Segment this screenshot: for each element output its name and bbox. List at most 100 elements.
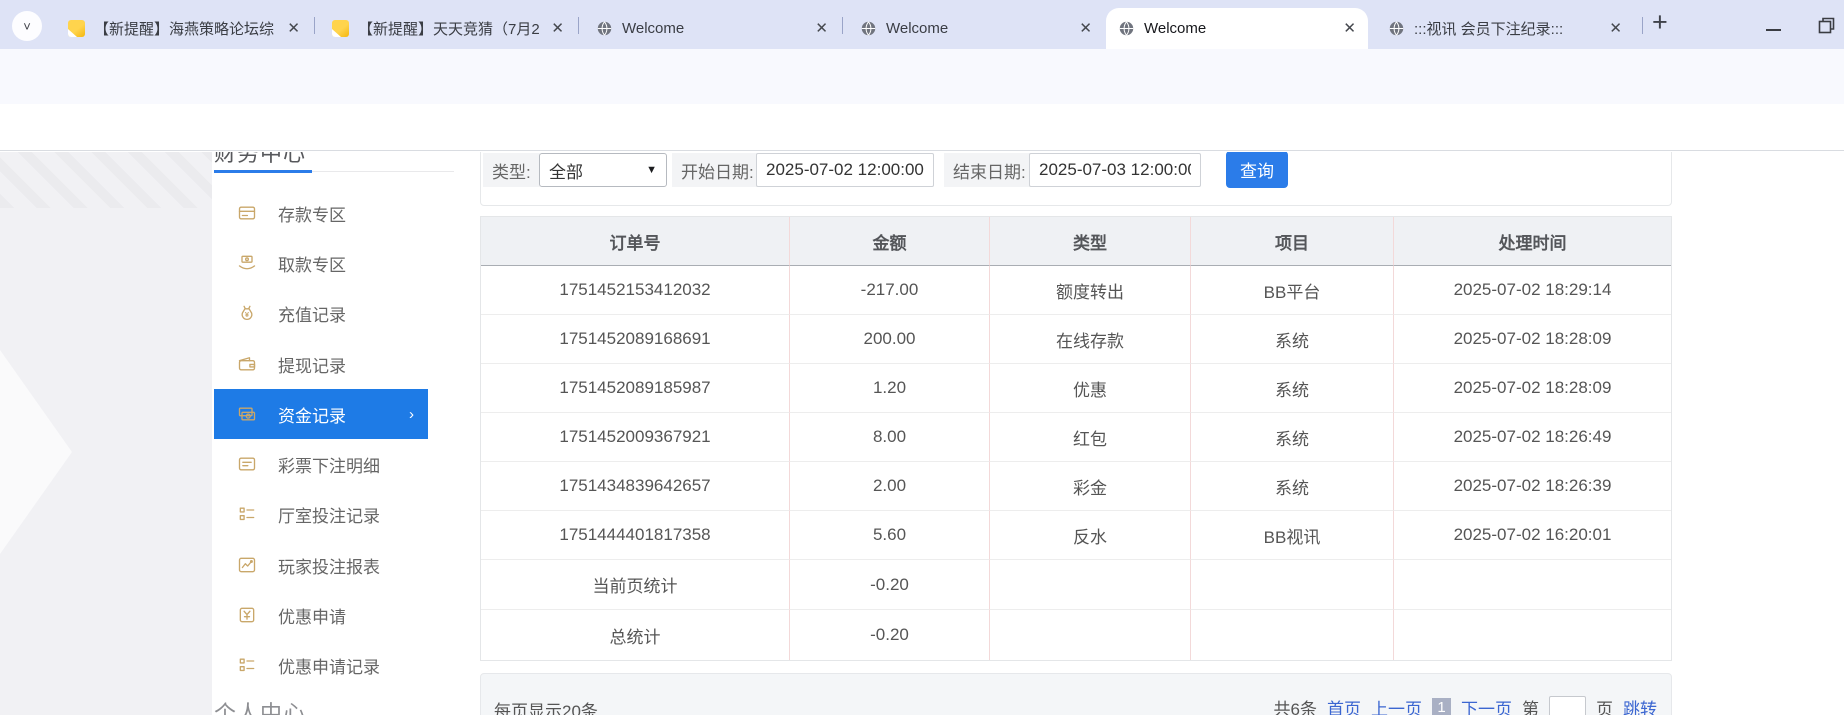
cell-time: 2025-07-02 18:26:49 <box>1394 413 1671 462</box>
tab-title: :::视讯 会员下注纪录::: <box>1414 18 1600 39</box>
cell-order-no: 1751452089185987 <box>481 364 790 413</box>
sidebar-item-lottery-bet-detail[interactable]: 彩票下注明细 <box>214 439 455 489</box>
window-restore-button[interactable] <box>1818 17 1835 34</box>
cell-time: 2025-07-02 18:29:14 <box>1394 266 1671 315</box>
close-icon[interactable]: ✕ <box>815 21 828 36</box>
jump-prefix-label: 第 <box>1522 695 1539 715</box>
tab-welcome-1[interactable]: Welcome ✕ <box>584 8 840 49</box>
table-row: 1751452009367921 8.00 红包 系统 2025-07-02 1… <box>481 413 1671 462</box>
tab-forum-1[interactable]: 【新提醒】海燕策略论坛综 ✕ <box>56 8 312 49</box>
chevron-down-icon: ▼ <box>646 164 657 176</box>
sidebar-item-label: 取款专区 <box>278 251 346 276</box>
empty-cell <box>1191 560 1394 610</box>
sidebar-item-deposit-zone[interactable]: 存款专区 <box>214 188 455 238</box>
cell-type: 红包 <box>990 413 1191 462</box>
cell-project: 系统 <box>1191 413 1394 462</box>
type-select-value: 全部 <box>549 158 583 183</box>
cell-type: 彩金 <box>990 462 1191 511</box>
summary-amount: -0.20 <box>790 610 990 660</box>
globe-icon <box>860 20 877 37</box>
window-minimize-button[interactable] <box>1766 29 1781 31</box>
end-date-input[interactable] <box>1029 153 1201 187</box>
total-count-text: 共6条 <box>1274 695 1317 715</box>
table-row: 1751452089168691 200.00 在线存款 系统 2025-07-… <box>481 315 1671 364</box>
table-row: 1751452153412032 -217.00 额度转出 BB平台 2025-… <box>481 266 1671 315</box>
sidebar-item-label: 充值记录 <box>278 301 346 326</box>
sidebar-item-label: 存款专区 <box>278 201 346 226</box>
query-button[interactable]: 查询 <box>1226 152 1288 188</box>
sidebar-item-withdrawal-records[interactable]: 提现记录 <box>214 339 455 389</box>
sidebar-item-player-bet-report[interactable]: 玩家投注报表 <box>214 540 455 590</box>
prev-page-link[interactable]: 上一页 <box>1371 695 1422 715</box>
deposit-card-icon <box>237 203 257 223</box>
cell-type: 在线存款 <box>990 315 1191 364</box>
tab-separator <box>842 17 843 34</box>
close-icon[interactable]: ✕ <box>551 21 564 36</box>
sidebar-item-promo-apply-records[interactable]: 优惠申请记录 <box>214 640 455 690</box>
tab-separator <box>578 17 579 34</box>
table-row: 1751434839642657 2.00 彩金 系统 2025-07-02 1… <box>481 462 1671 511</box>
chevron-right-icon: › <box>409 406 414 423</box>
next-page-link[interactable]: 下一页 <box>1461 695 1512 715</box>
cell-type: 反水 <box>990 511 1191 560</box>
sidebar-active-underline <box>214 170 312 173</box>
jump-page-input[interactable] <box>1549 696 1586 715</box>
close-icon[interactable]: ✕ <box>1609 21 1622 36</box>
empty-cell <box>1394 610 1671 660</box>
browser-window: ˅ 【新提醒】海燕策略论坛综 ✕ 【新提醒】天天竞猜（7月2 ✕ Welcome… <box>0 0 1844 715</box>
tab-strip: ˅ 【新提醒】海燕策略论坛综 ✕ 【新提醒】天天竞猜（7月2 ✕ Welcome… <box>0 0 1844 49</box>
sidebar-item-recharge-records[interactable]: ¥ 充值记录 <box>214 288 455 338</box>
close-icon[interactable]: ✕ <box>1343 21 1356 36</box>
jump-suffix-label: 页 <box>1596 695 1613 715</box>
table-header-row: 订单号 金额 类型 项目 处理时间 <box>481 217 1671 266</box>
list-icon <box>237 655 257 675</box>
cell-project: 系统 <box>1191 462 1394 511</box>
cell-order-no: 1751452009367921 <box>481 413 790 462</box>
summary-amount: -0.20 <box>790 560 990 610</box>
new-tab-button[interactable]: + <box>1652 7 1668 38</box>
sidebar-item-fund-records[interactable]: 资金记录 › <box>214 389 428 439</box>
tab-video-records[interactable]: :::视讯 会员下注纪录::: ✕ <box>1376 8 1634 49</box>
first-page-link[interactable]: 首页 <box>1327 695 1361 715</box>
close-icon[interactable]: ✕ <box>287 21 300 36</box>
close-icon[interactable]: ✕ <box>1079 21 1092 36</box>
cell-amount: 1.20 <box>790 364 990 413</box>
cell-amount: 2.00 <box>790 462 990 511</box>
total-summary-row: 总统计 -0.20 <box>481 610 1671 660</box>
sidebar-item-withdraw-zone[interactable]: 取款专区 <box>214 238 455 288</box>
browser-toolbar: js13.cc/hhcp/usercenter.html?iniType=6 <box>0 49 1844 104</box>
list-icon <box>237 504 257 524</box>
type-select[interactable]: 全部 ▼ <box>539 153 667 187</box>
end-date-label: 结束日期: <box>944 153 1035 187</box>
column-header: 项目 <box>1191 217 1394 266</box>
sidebar-section-title: 财务中心 <box>214 152 306 168</box>
cell-project: BB视讯 <box>1191 511 1394 560</box>
tab-welcome-2[interactable]: Welcome ✕ <box>848 8 1104 49</box>
type-filter-label: 类型: <box>483 153 540 187</box>
fund-records-table: 订单号 金额 类型 项目 处理时间 1751452153412032 -217.… <box>480 216 1672 661</box>
tab-title: Welcome <box>886 20 1070 37</box>
column-header: 类型 <box>990 217 1191 266</box>
jump-button[interactable]: 跳转 <box>1623 695 1657 715</box>
watermark-triangle <box>0 350 72 554</box>
start-date-input[interactable] <box>756 153 934 187</box>
tab-welcome-active[interactable]: Welcome ✕ <box>1106 8 1368 49</box>
sidebar-item-hall-bet-records[interactable]: 厅室投注记录 <box>214 489 455 539</box>
chart-icon <box>237 555 257 575</box>
tab-title: Welcome <box>622 20 806 37</box>
sidebar-item-promo-apply[interactable]: 优惠申请 <box>214 590 455 640</box>
empty-cell <box>990 560 1191 610</box>
column-header: 金额 <box>790 217 990 266</box>
sidebar-item-label: 资金记录 <box>278 402 346 427</box>
tab-forum-2[interactable]: 【新提醒】天天竞猜（7月2 ✕ <box>320 8 576 49</box>
cell-amount: 200.00 <box>790 315 990 364</box>
tab-search-button[interactable]: ˅ <box>12 11 42 41</box>
yellow-doc-favicon <box>68 20 85 37</box>
sidebar-item-label: 厅室投注记录 <box>278 502 380 527</box>
coupon-icon <box>237 605 257 625</box>
current-page-indicator[interactable]: 1 <box>1432 698 1451 715</box>
sidebar-item-label: 玩家投注报表 <box>278 553 380 578</box>
pagination-controls: 共6条 首页 上一页 1 下一页 第 页 跳转 <box>1274 695 1657 715</box>
chevron-down-icon: ˅ <box>23 19 31 34</box>
start-date-label: 开始日期: <box>672 153 763 187</box>
